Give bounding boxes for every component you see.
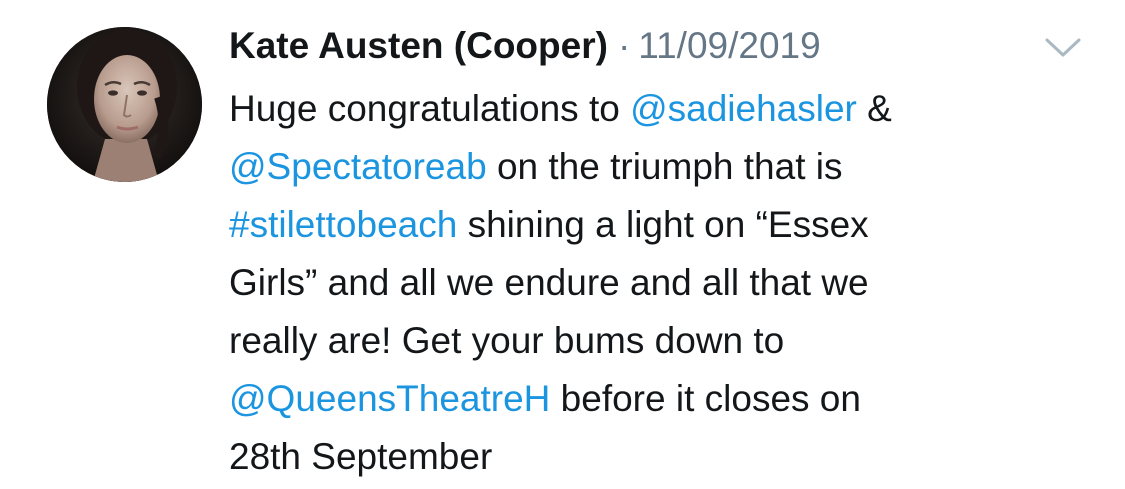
tweet-text-line: #stilettobeach shining a light on “Essex [229, 196, 1089, 254]
header-separator: · [617, 25, 631, 66]
avatar[interactable] [47, 27, 202, 182]
tweet-text-line: Girls” and all we endure and all that we [229, 254, 1089, 312]
author-name[interactable]: Kate Austen (Cooper) [229, 25, 608, 67]
tweet-text-line: Huge congratulations to @sadiehasler & [229, 80, 1089, 138]
tweet-text-segment: shining a light on “Essex [457, 204, 869, 245]
tweet-text-segment: & [856, 88, 892, 129]
tweet-text-line: @QueensTheatreH before it closes on [229, 370, 1089, 428]
tweet-text-segment: before it closes on [550, 378, 861, 419]
tweet-text-segment: 28th September [229, 436, 493, 477]
tweet-text-line: @Spectatoreab on the triumph that is [229, 138, 1089, 196]
tweet-text-line: really are! Get your bums down to [229, 312, 1089, 370]
tweet-text: Huge congratulations to @sadiehasler & @S… [229, 80, 1089, 486]
mention-link[interactable]: @Spectatoreab [229, 146, 487, 187]
avatar-photo-icon [47, 27, 202, 182]
tweet-text-segment: on the triumph that is [486, 146, 843, 187]
mention-link[interactable]: @sadiehasler [630, 88, 857, 129]
tweet-text-segment: Girls” and all we endure and all that we [229, 262, 869, 303]
tweet-text-segment: really are! Get your bums down to [229, 320, 785, 361]
tweet-card[interactable]: Kate Austen (Cooper) · 11/09/2019 Huge c… [0, 0, 1125, 489]
hashtag-link[interactable]: #stilettobeach [229, 204, 457, 245]
tweet-text-segment: Huge congratulations to [229, 88, 631, 129]
mention-link[interactable]: @QueensTheatreH [229, 378, 550, 419]
tweet-header: Kate Austen (Cooper) · 11/09/2019 [229, 18, 821, 74]
chevron-down-icon[interactable] [1044, 36, 1082, 60]
tweet-text-line: 28th September [229, 428, 1089, 486]
tweet-date[interactable]: 11/09/2019 [638, 25, 820, 67]
